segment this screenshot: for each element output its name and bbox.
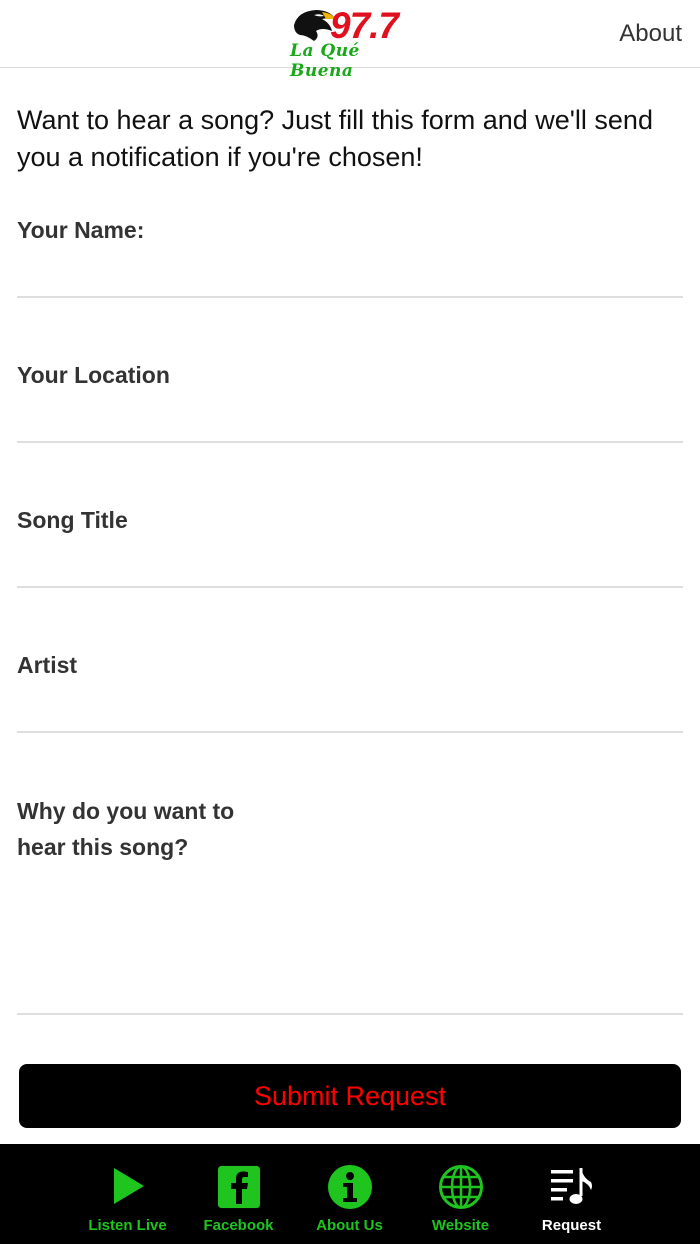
artist-field: Artist [17,647,683,733]
info-icon [327,1165,372,1209]
tab-label: Website [431,1217,490,1234]
tab-label: Listen Live [88,1217,167,1234]
song-title-input[interactable] [17,546,683,586]
tab-label: About Us [316,1217,383,1234]
tab-listen-live[interactable]: Listen Live [72,1144,183,1244]
your-location-label: Your Location [17,362,170,388]
station-logo: 97.7 La Qué Buena [288,5,412,81]
music-list-icon [550,1168,592,1204]
your-name-input[interactable] [17,256,683,296]
bottom-tab-bar: Listen Live Facebook About Us Website Re… [0,1144,700,1244]
tab-about-us[interactable]: About Us [294,1144,405,1244]
artist-input[interactable] [17,691,683,731]
tab-request[interactable]: Request [516,1144,627,1244]
facebook-icon [216,1165,261,1209]
globe-icon [438,1165,483,1209]
tab-facebook[interactable]: Facebook [183,1144,294,1244]
your-location-field: Your Location [17,357,683,443]
reason-label: Why do you want to hear this song? [17,798,235,860]
app-header: 97.7 La Qué Buena About [0,0,700,81]
your-location-input[interactable] [17,401,683,441]
your-name-field: Your Name: [17,212,683,298]
submit-request-button[interactable]: Submit Request [19,1064,681,1128]
your-name-label: Your Name: [17,217,145,243]
intro-text: Want to hear a song? Just fill this form… [17,105,653,172]
play-icon [113,1168,144,1204]
reason-textarea[interactable] [17,873,683,1013]
tab-label: Request [541,1217,602,1234]
logo-script: La Qué Buena [290,41,360,81]
song-title-label: Song Title [17,507,128,533]
artist-label: Artist [17,652,78,678]
reason-field: Why do you want to hear this song? [17,793,683,1015]
tab-website[interactable]: Website [405,1144,516,1244]
tab-label: Facebook [203,1217,274,1234]
song-title-field: Song Title [17,502,683,588]
about-link[interactable]: About [619,20,682,48]
